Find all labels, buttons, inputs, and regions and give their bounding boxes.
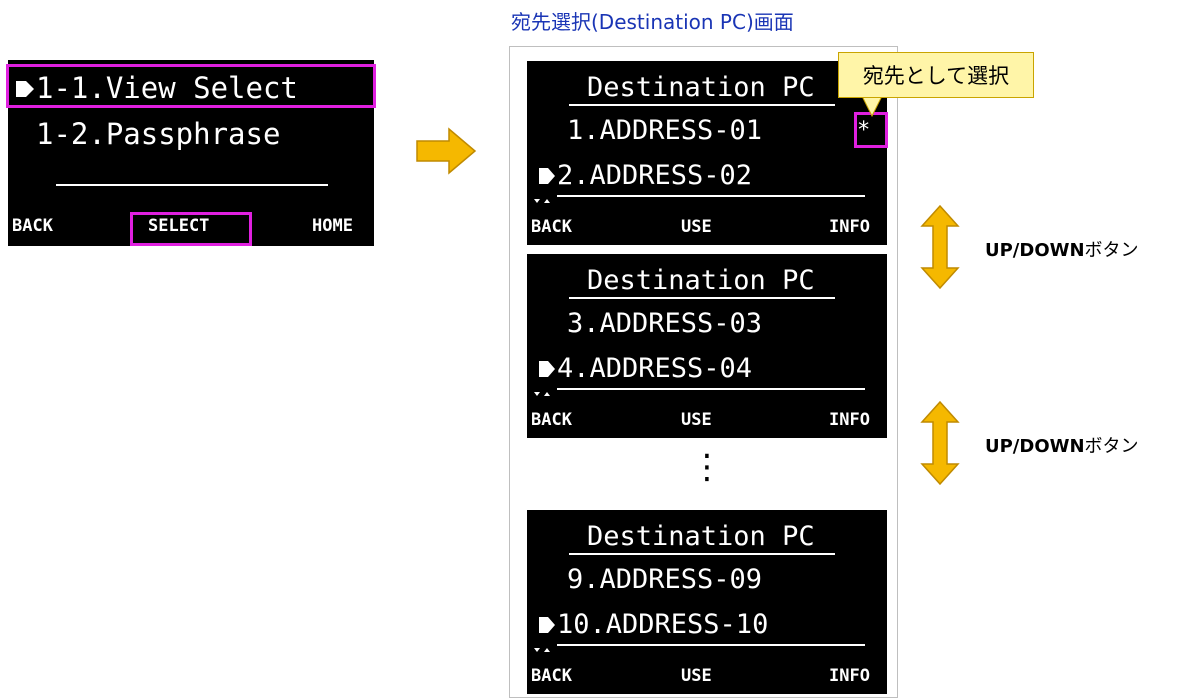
- scroll-indicator-icon: [534, 392, 550, 396]
- destination-screen-2: Destination PC 3.ADDRESS-03 4.ADDRESS-04…: [527, 254, 887, 438]
- destination-screen-3: Destination PC 9.ADDRESS-09 10.ADDRESS-1…: [527, 510, 887, 694]
- softkey-info[interactable]: INFO: [829, 412, 870, 429]
- list-item[interactable]: 1.ADDRESS-01: [567, 117, 762, 144]
- softkey-back[interactable]: BACK: [531, 412, 572, 429]
- softkey-info[interactable]: INFO: [829, 668, 870, 685]
- updown-label-2: UP/DOWNボタン: [985, 436, 1139, 457]
- highlight-view-select: [6, 64, 376, 108]
- softkey-home[interactable]: HOME: [312, 218, 353, 235]
- softkey-back[interactable]: BACK: [12, 218, 53, 235]
- softkey-info[interactable]: INFO: [829, 219, 870, 236]
- divider: [56, 184, 328, 186]
- callout-pointer: [862, 96, 883, 118]
- softkey-back[interactable]: BACK: [531, 219, 572, 236]
- destination-screen-1: Destination PC 1.ADDRESS-01 * 2.ADDRESS-…: [527, 61, 887, 245]
- callout: 宛先として選択: [838, 52, 1034, 98]
- updown-label-1: UP/DOWNボタン: [985, 240, 1139, 261]
- list-item-selected[interactable]: 10.ADDRESS-10: [537, 611, 768, 638]
- ellipsis: ⋮: [690, 447, 724, 487]
- softkey-back[interactable]: BACK: [531, 668, 572, 685]
- cursor-arrow-icon: [539, 361, 555, 377]
- up-down-arrow-icon: [920, 204, 960, 290]
- list-item-selected[interactable]: 2.ADDRESS-02: [537, 162, 752, 189]
- up-down-arrow-icon: [920, 400, 960, 486]
- softkey-use[interactable]: USE: [681, 412, 712, 429]
- caption: 宛先選択(Destination PC)画面: [511, 10, 794, 34]
- screen-title: Destination PC: [587, 265, 815, 296]
- screen-title: Destination PC: [587, 521, 815, 552]
- softkey-use[interactable]: USE: [681, 668, 712, 685]
- scroll-indicator-icon: [534, 199, 550, 203]
- scroll-indicator-icon: [534, 648, 550, 652]
- right-arrow-icon: [416, 127, 477, 175]
- menu-item-passphrase[interactable]: 1-2.Passphrase: [36, 120, 280, 149]
- cursor-arrow-icon: [539, 617, 555, 633]
- list-item[interactable]: 9.ADDRESS-09: [567, 566, 762, 593]
- list-item-selected[interactable]: 4.ADDRESS-04: [537, 355, 752, 382]
- softkey-use[interactable]: USE: [681, 219, 712, 236]
- list-item[interactable]: 3.ADDRESS-03: [567, 310, 762, 337]
- cursor-arrow-icon: [539, 168, 555, 184]
- highlight-select: [130, 212, 252, 246]
- screen-title: Destination PC: [587, 72, 815, 103]
